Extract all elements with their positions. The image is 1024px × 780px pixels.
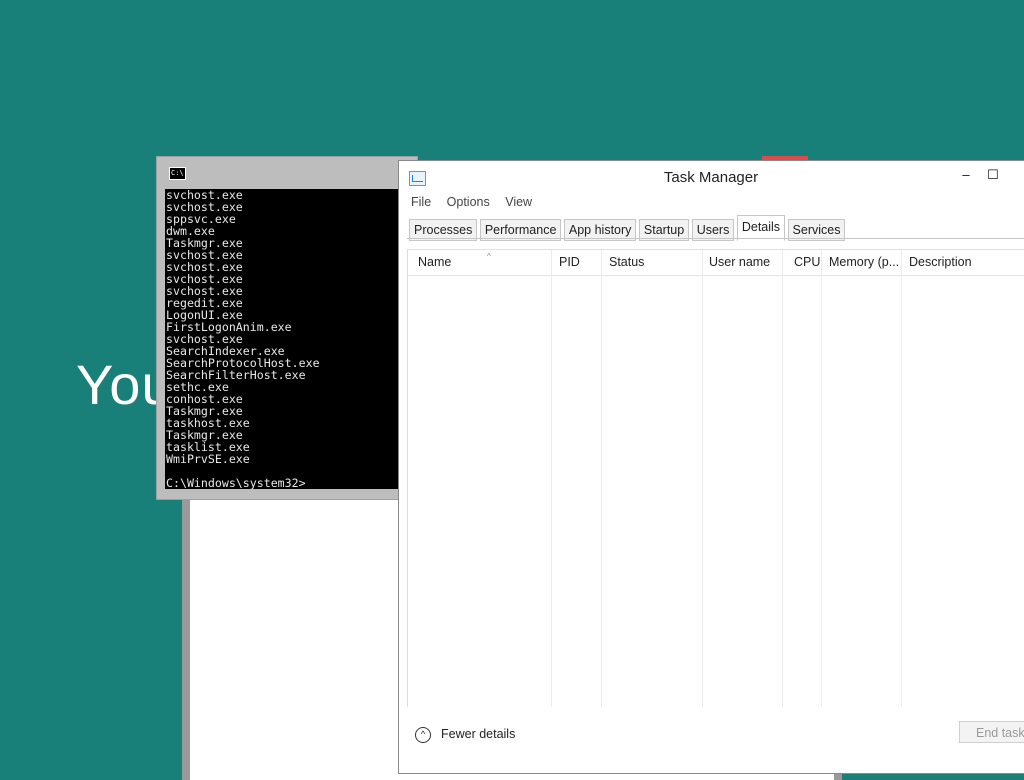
command-prompt-window[interactable]: C:\. svchost.exe svchost.exe sppsvc.exe … [156, 156, 418, 500]
menu-file[interactable]: File [411, 195, 431, 209]
table-header: Name ^ PID Status User name CPU Memory (… [408, 250, 1024, 276]
minimize-button[interactable]: – [954, 165, 978, 185]
tab-divider [407, 238, 1024, 239]
column-divider[interactable] [601, 250, 602, 707]
column-header-memory[interactable]: Memory (p... [829, 255, 899, 269]
menu-view[interactable]: View [505, 195, 532, 209]
column-header-cpu[interactable]: CPU [794, 255, 820, 269]
sort-ascending-icon: ^ [487, 252, 491, 261]
column-header-status[interactable]: Status [609, 255, 644, 269]
task-manager-window[interactable]: Task Manager – ☐ File Options View Proce… [398, 160, 1024, 774]
column-divider[interactable] [821, 250, 822, 707]
column-divider[interactable] [901, 250, 902, 707]
column-divider[interactable] [782, 250, 783, 707]
details-table[interactable]: Name ^ PID Status User name CPU Memory (… [407, 249, 1024, 707]
menu-bar: File Options View [411, 195, 544, 213]
chevron-up-circle-icon[interactable]: ^ [415, 727, 431, 743]
console-lines: svchost.exe svchost.exe sppsvc.exe dwm.e… [166, 189, 320, 466]
maximize-button[interactable]: ☐ [981, 165, 1005, 185]
command-prompt-titlebar[interactable]: C:\. [157, 157, 417, 189]
tab-strip: Processes Performance App history Startu… [409, 215, 846, 241]
menu-options[interactable]: Options [447, 195, 490, 209]
column-divider[interactable] [702, 250, 703, 707]
column-header-pid[interactable]: PID [559, 255, 580, 269]
task-manager-titlebar[interactable]: Task Manager – ☐ [399, 161, 1024, 193]
console-prompt[interactable]: C:\Windows\system32> [165, 477, 417, 489]
column-header-description[interactable]: Description [909, 255, 972, 269]
footer-bar: ^ Fewer details End task [399, 707, 1024, 773]
console-output[interactable]: svchost.exe svchost.exe sppsvc.exe dwm.e… [165, 189, 417, 489]
cmd-icon: C:\. [169, 167, 186, 180]
column-header-name[interactable]: Name ^ [418, 252, 491, 269]
end-task-button[interactable]: End task [959, 721, 1024, 743]
window-title: Task Manager [663, 169, 759, 186]
fewer-details-link[interactable]: Fewer details [441, 727, 515, 741]
column-divider[interactable] [551, 250, 552, 707]
column-header-user-name[interactable]: User name [709, 255, 770, 269]
